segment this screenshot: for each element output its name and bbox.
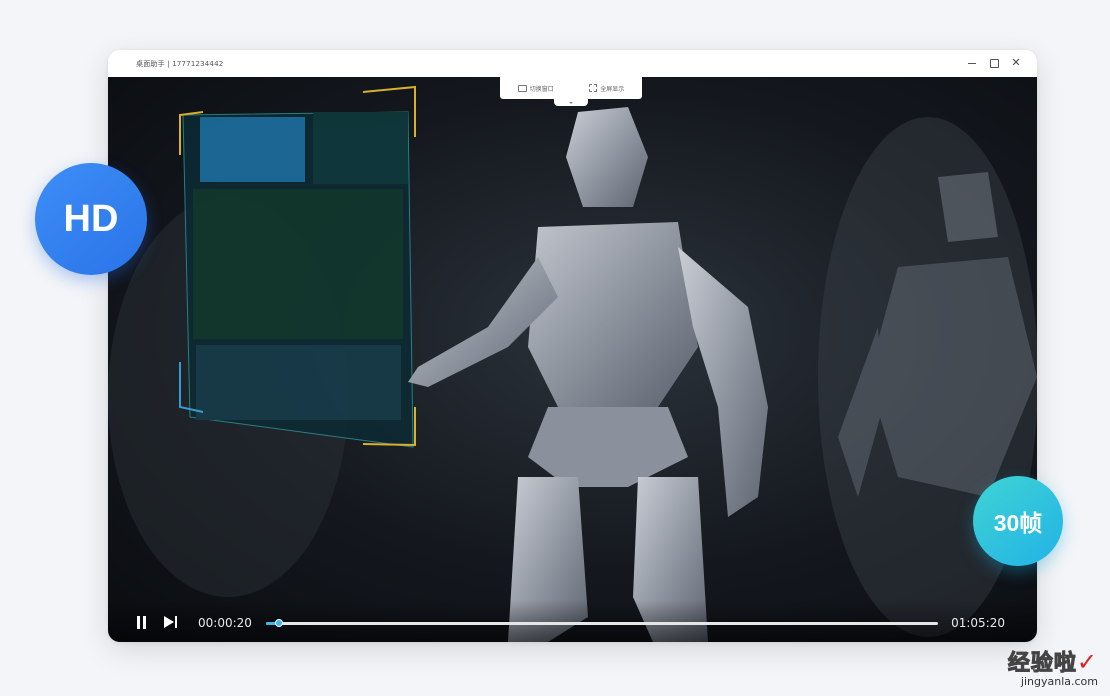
pause-button[interactable] bbox=[135, 616, 147, 629]
chevron-down-icon bbox=[569, 101, 573, 104]
minimize-button[interactable] bbox=[961, 50, 983, 77]
current-time: 00:00:20 bbox=[198, 616, 252, 630]
progress-handle[interactable] bbox=[275, 619, 284, 627]
hologram-panel bbox=[179, 85, 416, 448]
check-icon: ✓ bbox=[1076, 648, 1098, 676]
title-bar: 桌面助手 | 17771234442 ✕ bbox=[108, 50, 1037, 77]
toolbar-switch-window[interactable]: 切换窗口 bbox=[517, 84, 554, 93]
window-title: 桌面助手 | 17771234442 bbox=[136, 59, 224, 68]
floating-toolbar: 切换窗口 全屏显示 bbox=[500, 77, 642, 99]
toolbar-switch-window-label: 切换窗口 bbox=[529, 85, 554, 93]
app-window: 桌面助手 | 17771234442 ✕ 切换窗口 全屏显示 00:00:20 … bbox=[108, 50, 1037, 642]
progress-slider[interactable] bbox=[266, 619, 938, 627]
pause-icon bbox=[137, 616, 140, 629]
close-icon: ✕ bbox=[1011, 57, 1021, 69]
next-button[interactable] bbox=[163, 615, 179, 629]
watermark-text: 经验啦 bbox=[1007, 651, 1077, 677]
close-button[interactable]: ✕ bbox=[1005, 50, 1027, 77]
toolbar-fullscreen[interactable]: 全屏显示 bbox=[589, 84, 624, 93]
next-icon-bar bbox=[175, 616, 177, 628]
fps-badge: 30帧 bbox=[973, 476, 1063, 566]
player-controls: 00:00:20 01:05:20 bbox=[108, 600, 1037, 642]
robot-figure bbox=[408, 107, 768, 642]
window-icon bbox=[517, 84, 527, 92]
toolbar-fullscreen-label: 全屏显示 bbox=[600, 85, 625, 93]
minimize-icon bbox=[968, 63, 976, 64]
pause-icon-bar bbox=[143, 616, 146, 629]
next-icon bbox=[164, 616, 174, 628]
video-frame-image bbox=[108, 85, 1037, 642]
window-controls: ✕ bbox=[961, 50, 1027, 77]
hd-badge: HD bbox=[35, 163, 147, 275]
total-time: 01:05:20 bbox=[951, 616, 1005, 630]
watermark-url: jingyanla.com bbox=[1020, 675, 1098, 688]
fullscreen-icon bbox=[589, 84, 598, 92]
maximize-button[interactable] bbox=[983, 50, 1005, 77]
watermark: 经验啦✓ jingyanla.com bbox=[1007, 645, 1098, 688]
toolbar-collapse-tab[interactable] bbox=[554, 99, 588, 106]
maximize-icon bbox=[989, 59, 999, 68]
video-area[interactable]: 切换窗口 全屏显示 00:00:20 01:05:20 bbox=[108, 77, 1037, 642]
